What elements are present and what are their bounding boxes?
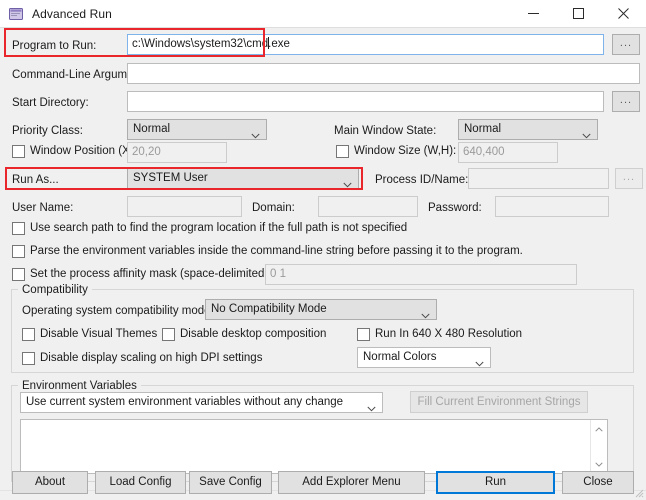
colors-value: Normal Colors <box>363 351 437 363</box>
close-button[interactable]: Close <box>562 471 634 494</box>
window-size-label: Window Size (W,H): <box>354 145 457 157</box>
os-compatibility-mode-value: No Compatibility Mode <box>211 303 327 315</box>
process-id-browse-button[interactable]: ... <box>615 168 643 189</box>
main-window-state-value: Normal <box>464 123 502 135</box>
maximize-icon[interactable] <box>556 0 601 28</box>
use-search-path-checkbox[interactable]: Use search path to find the program loca… <box>12 222 407 235</box>
disable-visual-themes-label: Disable Visual Themes <box>40 328 158 340</box>
chevron-down-icon <box>343 176 352 187</box>
user-name-input[interactable] <box>127 196 242 217</box>
add-explorer-menu-button[interactable]: Add Explorer Menu <box>278 471 425 494</box>
checkbox-box <box>12 245 25 258</box>
domain-input[interactable] <box>318 196 418 217</box>
program-to-run-label: Program to Run: <box>12 40 97 52</box>
program-to-run-value-tail: .exe <box>268 38 290 50</box>
advanced-run-window: Advanced Run Program to Run: c:\Windows\… <box>0 0 646 500</box>
command-line-arguments-input[interactable] <box>127 63 640 84</box>
checkbox-box <box>22 352 35 365</box>
program-to-run-browse-button[interactable]: ... <box>612 34 640 55</box>
checkbox-box <box>12 145 25 158</box>
environment-variables-group-title: Environment Variables <box>18 380 141 392</box>
dialog-body: Program to Run: c:\Windows\system32\cmd.… <box>0 28 646 500</box>
resize-grip[interactable] <box>632 486 644 498</box>
checkbox-box <box>12 268 25 281</box>
window-controls <box>511 0 646 28</box>
priority-class-label: Priority Class: <box>12 125 83 137</box>
scroll-down-icon[interactable] <box>591 456 607 472</box>
program-to-run-input[interactable]: c:\Windows\system32\cmd.exe <box>127 34 604 55</box>
window-size-input[interactable]: 640,400 <box>458 142 558 163</box>
disable-desktop-composition-label: Disable desktop composition <box>180 328 327 340</box>
close-icon[interactable] <box>601 0 646 28</box>
disable-dpi-scaling-checkbox[interactable]: Disable display scaling on high DPI sett… <box>22 352 262 365</box>
os-compatibility-mode-label: Operating system compatibility mode: <box>22 305 214 317</box>
checkbox-box <box>12 222 25 235</box>
environment-mode-select[interactable]: Use current system environment variables… <box>20 392 383 413</box>
checkbox-box <box>162 328 175 341</box>
os-compatibility-mode-select[interactable]: No Compatibility Mode <box>205 299 437 320</box>
run-640x480-label: Run In 640 X 480 Resolution <box>375 328 523 340</box>
window-title: Advanced Run <box>32 6 112 21</box>
about-button[interactable]: About <box>12 471 88 494</box>
run-640x480-checkbox[interactable]: Run In 640 X 480 Resolution <box>357 328 522 341</box>
environment-textarea-scrollbar[interactable] <box>590 420 607 473</box>
program-to-run-value: c:\Windows\system32\cmd <box>132 38 269 50</box>
parse-environment-variables-label: Parse the environment variables inside t… <box>30 245 523 257</box>
window-size-checkbox[interactable]: Window Size (W,H): <box>336 145 456 158</box>
priority-class-select[interactable]: Normal <box>127 119 267 140</box>
use-search-path-label: Use search path to find the program loca… <box>30 222 408 234</box>
affinity-mask-input[interactable]: 0 1 <box>265 264 577 285</box>
checkbox-box <box>22 328 35 341</box>
affinity-mask-label: Set the process affinity mask (space-del… <box>30 268 289 280</box>
fill-current-environment-strings-button[interactable]: Fill Current Environment Strings <box>410 391 588 413</box>
chevron-down-icon <box>251 127 260 138</box>
scroll-up-icon[interactable] <box>591 421 607 437</box>
minimize-icon[interactable] <box>511 0 556 28</box>
start-directory-browse-button[interactable]: ... <box>612 91 640 112</box>
chevron-down-icon <box>367 400 376 411</box>
app-window-icon <box>8 6 24 22</box>
process-id-label: Process ID/Name: <box>375 174 469 186</box>
run-as-select[interactable]: SYSTEM User <box>127 168 359 189</box>
checkbox-box <box>357 328 370 341</box>
parse-environment-variables-checkbox[interactable]: Parse the environment variables inside t… <box>12 245 523 258</box>
run-as-label: Run As... <box>12 174 59 186</box>
process-id-input[interactable] <box>468 168 609 189</box>
disable-visual-themes-checkbox[interactable]: Disable Visual Themes <box>22 328 157 341</box>
save-config-button[interactable]: Save Config <box>189 471 272 494</box>
main-window-state-label: Main Window State: <box>334 125 437 137</box>
environment-mode-value: Use current system environment variables… <box>26 396 344 408</box>
checkbox-box <box>336 145 349 158</box>
chevron-down-icon <box>421 307 430 318</box>
disable-desktop-composition-checkbox[interactable]: Disable desktop composition <box>162 328 326 341</box>
colors-select[interactable]: Normal Colors <box>357 347 491 368</box>
priority-class-value: Normal <box>133 123 171 135</box>
title-bar: Advanced Run <box>0 0 646 28</box>
run-button[interactable]: Run <box>436 471 555 494</box>
environment-variables-textarea[interactable] <box>20 419 608 474</box>
domain-label: Domain: <box>252 202 295 214</box>
user-name-label: User Name: <box>12 202 74 214</box>
start-directory-label: Start Directory: <box>12 97 89 109</box>
load-config-button[interactable]: Load Config <box>95 471 186 494</box>
chevron-down-icon <box>582 127 591 138</box>
affinity-mask-checkbox[interactable]: Set the process affinity mask (space-del… <box>12 268 289 281</box>
compatibility-group-title: Compatibility <box>18 284 92 296</box>
run-as-value: SYSTEM User <box>133 172 208 184</box>
start-directory-input[interactable] <box>127 91 604 112</box>
chevron-down-icon <box>475 355 484 366</box>
main-window-state-select[interactable]: Normal <box>458 119 598 140</box>
password-label: Password: <box>428 202 482 214</box>
window-position-input[interactable]: 20,20 <box>127 142 227 163</box>
disable-dpi-scaling-label: Disable display scaling on high DPI sett… <box>40 352 263 364</box>
password-input[interactable] <box>495 196 609 217</box>
